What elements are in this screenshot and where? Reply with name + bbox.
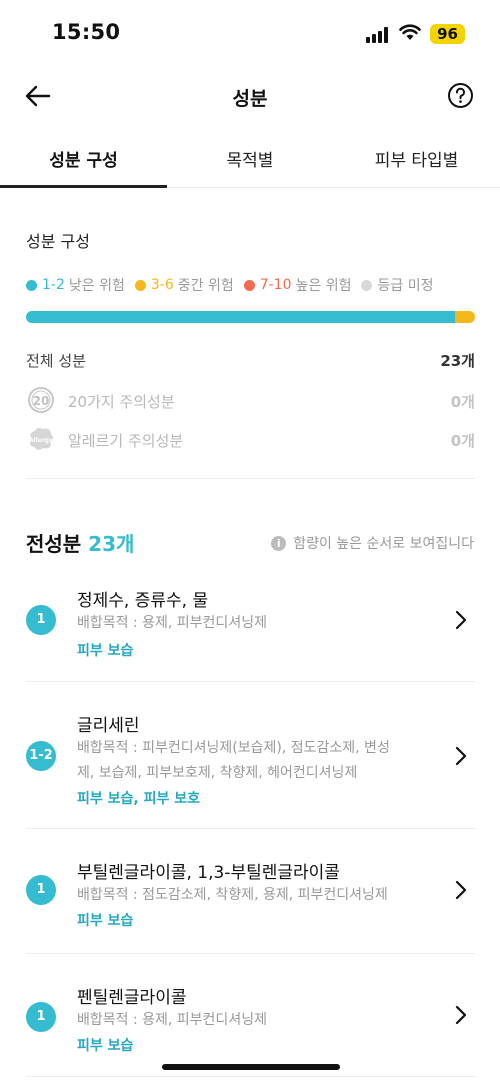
ingredient-item[interactable]: 1-2 글리세린 배합목적 : 피부컨디셔닝제(보습제), 점도감소제, 변성제… — [0, 711, 500, 829]
item-separator — [26, 681, 475, 682]
ingredient-purpose: 배합목적 : 용제, 피부컨디셔닝제 — [77, 615, 267, 631]
legend-low: 1-2 낮은 위험 — [26, 275, 125, 295]
ingredient-name: 펜틸렌글라이콜 — [77, 988, 187, 1008]
ingredient-grade-badge: 1 — [26, 875, 56, 905]
legend-unrated-desc: 등급 미정 — [377, 278, 434, 294]
signal-icon — [366, 27, 390, 43]
tab-skin-type[interactable]: 피부 타입별 — [333, 146, 500, 171]
legend-mid: 3-6 중간 위험 — [134, 275, 234, 295]
tab-purpose[interactable]: 목적별 — [167, 146, 333, 171]
ingredient-item[interactable]: 1 펜틸렌글라이콜 배합목적 : 용제, 피부컨디셔닝제 피부 보습 — [0, 983, 500, 1073]
all-ingredients-title: 전성분 23개 — [26, 528, 134, 557]
legend-mid-range: 3-6 — [150, 277, 174, 293]
risk-composition-bar — [26, 311, 475, 323]
ingredient-name: 부틸렌글라이콜, 1,3-부틸렌글라이콜 — [77, 863, 340, 883]
legend-high-dot — [243, 279, 255, 291]
wifi-icon — [399, 24, 421, 40]
status-time: 15:50 — [52, 20, 121, 44]
chevron-right-icon[interactable] — [452, 1004, 470, 1026]
allergy-icon: Allergy — [29, 427, 53, 450]
caution20-icon-text: 20 — [33, 394, 50, 408]
chevron-right-icon[interactable] — [452, 745, 470, 767]
ingredient-tags: 피부 보습 — [77, 913, 134, 929]
legend-unrated: 등급 미정 — [361, 275, 433, 295]
sort-note: i 함량이 높은 순서로 보여집니다 — [271, 533, 474, 553]
tab-bar: 성분 구성 목적별 피부 타입별 — [0, 134, 500, 188]
risk-legend: 1-2 낮은 위험 3-6 중간 위험 7-10 높은 위험 등급 미정 — [26, 274, 443, 296]
ingredient-tags: 피부 보습 — [77, 643, 134, 659]
total-ingredients-label: 전체 성분 — [26, 352, 86, 370]
all-ingredients-count: 23개 — [88, 532, 135, 556]
legend-low-range: 1-2 — [42, 277, 65, 293]
ingredient-grade-badge: 1 — [26, 1002, 56, 1032]
composition-heading: 성분 구성 — [26, 232, 90, 251]
ingredient-name: 정제수, 증류수, 물 — [77, 591, 209, 611]
legend-low-dot — [26, 279, 37, 291]
allergy-value: 0개 — [450, 432, 475, 450]
ingredient-name: 글리세린 — [77, 716, 140, 736]
caution20-label: 20가지 주의성분 — [68, 393, 175, 411]
legend-mid-dot — [134, 279, 146, 291]
allergy-label: 알레르기 주의성분 — [68, 432, 184, 450]
sort-note-text: 함량이 높은 순서로 보여집니다 — [293, 536, 474, 552]
allergy-icon-text: Allergy — [29, 437, 53, 444]
ingredient-purpose: 배합목적 : 용제, 피부컨디셔닝제 — [77, 1012, 267, 1028]
ingredient-tags: 피부 보습 — [77, 1038, 134, 1054]
chevron-right-icon[interactable] — [452, 879, 470, 901]
ingredient-grade-badge: 1 — [26, 605, 56, 635]
caution20-icon: 20 — [28, 387, 54, 413]
header: 성분 — [0, 70, 500, 122]
chevron-right-icon[interactable] — [452, 609, 470, 631]
section-divider — [26, 478, 475, 479]
item-separator — [26, 828, 475, 829]
legend-high: 7-10 높은 위험 — [243, 275, 352, 295]
legend-high-range: 7-10 — [259, 277, 292, 293]
ingredient-purpose: 배합목적 : 피부컨디셔닝제(보습제), 점도감소제, 변성제, 보습제, 피부… — [77, 740, 390, 781]
ingredient-tags: 피부 보습, 피부 보호 — [77, 791, 200, 807]
tab-composition[interactable]: 성분 구성 — [0, 146, 167, 171]
total-ingredients-value: 23개 — [440, 352, 475, 370]
item-separator — [26, 1076, 475, 1077]
active-tab-indicator — [0, 185, 167, 188]
ingredient-item[interactable]: 1 정제수, 증류수, 물 배합목적 : 용제, 피부컨디셔닝제 피부 보습 — [0, 586, 500, 682]
status-bar: 15:50 96 — [0, 0, 500, 66]
caution20-value: 0개 — [450, 393, 475, 411]
ingredient-item[interactable]: 1 부틸렌글라이콜, 1,3-부틸렌글라이콜 배합목적 : 점도감소제, 착향제… — [0, 858, 500, 954]
bar-segment-low — [26, 311, 455, 323]
page-title: 성분 — [232, 88, 268, 110]
info-icon: i — [271, 535, 287, 551]
legend-unrated-dot — [361, 279, 373, 291]
ingredient-grade-badge: 1-2 — [26, 741, 56, 771]
all-ingredients-label: 전성분 — [26, 532, 82, 556]
legend-mid-desc: 중간 위험 — [177, 278, 234, 294]
battery-indicator: 96 — [430, 24, 465, 44]
home-indicator[interactable] — [162, 1064, 340, 1070]
bar-segment-mid — [455, 311, 475, 323]
item-separator — [26, 953, 475, 954]
legend-high-desc: 높은 위험 — [295, 278, 352, 294]
help-icon[interactable] — [447, 82, 474, 109]
ingredient-purpose: 배합목적 : 점도감소제, 착향제, 용제, 피부컨디셔닝제 — [77, 887, 388, 903]
legend-low-desc: 낮은 위험 — [68, 278, 125, 294]
